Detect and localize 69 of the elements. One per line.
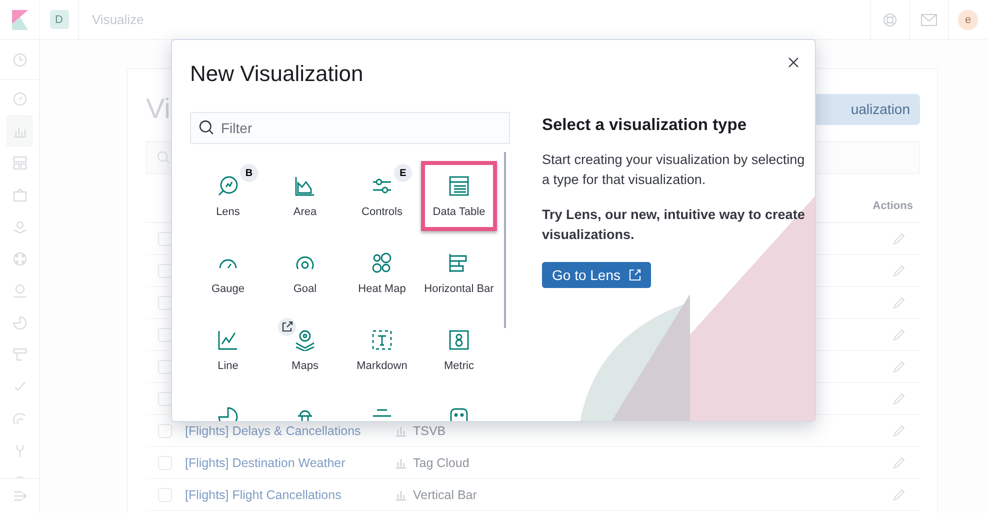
promo-text: Try Lens, our new, intuitive way to create visualizations.	[542, 206, 806, 244]
visualization-type-item[interactable]: Horizontal Bar	[421, 238, 497, 308]
pencil-icon[interactable]	[892, 264, 906, 278]
external-link-icon	[628, 269, 640, 281]
logo-icon[interactable]	[12, 10, 28, 30]
visualization-type-item[interactable]: Goal	[267, 238, 343, 308]
mail-icon[interactable]	[921, 14, 937, 26]
dialog-title: New Visualization	[190, 60, 364, 88]
row-checkbox[interactable]	[158, 328, 172, 342]
dock-icon[interactable]	[12, 490, 26, 502]
type-text: TSVB	[413, 424, 446, 438]
pie-icon[interactable]	[12, 316, 26, 330]
go-to-lens-button[interactable]: Go to Lens	[542, 262, 650, 288]
map-pin-icon	[294, 329, 316, 351]
row-checkbox[interactable]	[158, 264, 172, 278]
row-checkbox[interactable]	[158, 360, 172, 374]
stack-icon[interactable]	[12, 348, 26, 362]
area-chart-icon	[294, 175, 316, 197]
visualization-type-item[interactable]: Metric	[421, 315, 497, 385]
row-checkbox[interactable]	[158, 296, 172, 310]
letter-badge: E	[394, 164, 412, 182]
number-icon	[448, 329, 470, 351]
filter-field[interactable]: Filter	[190, 112, 510, 144]
bubbles-icon	[371, 252, 393, 274]
chart-type-icon	[395, 424, 407, 436]
signal-icon[interactable]	[12, 412, 26, 426]
pencil-icon[interactable]	[892, 328, 906, 342]
visualization-type-item[interactable]: Maps	[267, 315, 343, 385]
visualization-type-item[interactable]: Line	[190, 315, 266, 385]
search-icon	[199, 120, 214, 135]
dots-icon[interactable]	[12, 252, 26, 266]
pencil-icon[interactable]	[892, 424, 906, 438]
chart-type-icon	[395, 488, 407, 500]
visualization-type-item[interactable]: Gauge	[190, 238, 266, 308]
pencil-icon[interactable]	[892, 296, 906, 310]
letter-badge: B	[240, 164, 258, 182]
row-checkbox[interactable]	[158, 392, 172, 406]
pencil-icon[interactable]	[892, 456, 906, 470]
pencil-icon[interactable]	[892, 232, 906, 246]
visualization-type-item[interactable]: Area	[267, 161, 343, 231]
text-icon	[371, 329, 393, 351]
pencil-icon[interactable]	[892, 360, 906, 374]
description-text: Start creating your visualization by selecting a type for that visualization.	[542, 151, 806, 189]
chart-type-icon	[395, 456, 407, 468]
row-checkbox[interactable]	[158, 456, 172, 470]
type-text: Tag Cloud	[413, 456, 470, 470]
pencil-icon[interactable]	[892, 488, 906, 502]
row-checkbox[interactable]	[158, 232, 172, 246]
close-icon[interactable]	[788, 57, 799, 68]
visualization-type-item[interactable]: Markdown	[344, 315, 420, 385]
help-icon[interactable]	[883, 12, 897, 26]
clock-icon[interactable]	[12, 52, 26, 66]
row-checkbox[interactable]	[158, 424, 172, 438]
visualization-type-item[interactable]: Data Table	[421, 161, 497, 231]
visualization-type-item[interactable]: B Lens	[190, 161, 266, 231]
scrollbar-thumb[interactable]	[504, 152, 506, 328]
canvas-icon[interactable]	[12, 188, 26, 202]
table-icon	[448, 175, 470, 197]
visualization-type-item[interactable]: Heat Map	[344, 238, 420, 308]
dashboard-icon[interactable]	[12, 156, 26, 170]
row-checkbox[interactable]	[158, 488, 172, 502]
type-text: Vertical Bar	[413, 488, 477, 502]
compass-icon[interactable]	[12, 92, 26, 106]
person-icon[interactable]	[12, 284, 26, 298]
pencil-icon[interactable]	[892, 392, 906, 406]
lens-icon	[217, 175, 239, 197]
line-chart-icon	[217, 329, 239, 351]
visualization-type-item[interactable]: E Controls	[344, 161, 420, 231]
section-heading: Select a visualization type	[542, 115, 748, 136]
